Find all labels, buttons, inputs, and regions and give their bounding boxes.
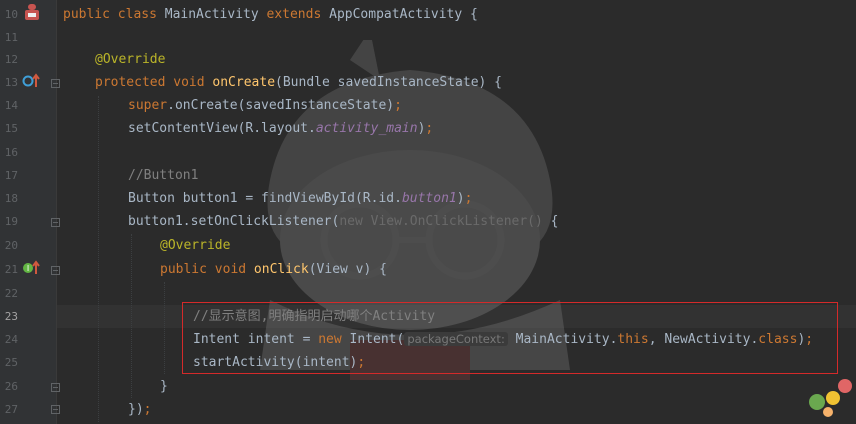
semicolon: ; bbox=[143, 402, 152, 417]
line-number[interactable]: 18 bbox=[0, 187, 18, 210]
indent-guide bbox=[164, 282, 165, 374]
method-name: onCreate bbox=[212, 75, 276, 90]
code-line-12[interactable]: @Override bbox=[95, 48, 165, 71]
code-line-25[interactable]: startActivity(intent); bbox=[193, 351, 365, 374]
folded-anonymous-class[interactable]: new View.OnClickListener() bbox=[339, 214, 550, 229]
keyword: new bbox=[318, 332, 350, 347]
code-text: Button button1 = findViewById(R.id. bbox=[128, 191, 402, 206]
line-number[interactable]: 12 bbox=[0, 48, 18, 71]
code-text: (View v) { bbox=[308, 262, 387, 277]
line-number[interactable]: 26 bbox=[0, 375, 18, 398]
code-text: { bbox=[550, 214, 559, 229]
semicolon: ; bbox=[805, 332, 814, 347]
line-number[interactable]: 22 bbox=[0, 282, 18, 305]
code-text: (Bundle savedInstanceState) { bbox=[275, 75, 503, 90]
semicolon: ; bbox=[394, 98, 402, 113]
code-line-21[interactable]: public void onClick(View v) { bbox=[160, 258, 387, 281]
code-line-19[interactable]: button1.setOnClickListener(new View.OnCl… bbox=[128, 210, 558, 233]
code-line-24[interactable]: Intent intent = new Intent(packageContex… bbox=[193, 328, 813, 351]
code-line-20[interactable]: @Override bbox=[160, 234, 230, 257]
parameter-hint: packageContext: bbox=[404, 332, 508, 346]
keyword: this bbox=[617, 332, 649, 347]
code-line-23[interactable]: //显示意图,明确指明启动哪个Activity bbox=[193, 305, 435, 328]
code-line-18[interactable]: Button button1 = findViewById(R.id.butto… bbox=[128, 187, 472, 210]
gutter-divider bbox=[56, 0, 57, 424]
svg-text:I: I bbox=[27, 264, 29, 273]
line-number[interactable]: 11 bbox=[0, 26, 18, 49]
code-line-26[interactable]: } bbox=[160, 375, 168, 398]
line-number[interactable]: 14 bbox=[0, 94, 18, 117]
code-text: startActivity(intent) bbox=[193, 355, 358, 370]
code-text: ) bbox=[456, 191, 465, 206]
keyword: extends bbox=[266, 7, 330, 22]
fold-marker-icon[interactable] bbox=[51, 383, 60, 392]
code-text: }) bbox=[128, 402, 144, 417]
comment: //Button1 bbox=[128, 168, 199, 183]
implement-method-icon[interactable]: I bbox=[22, 260, 40, 276]
code-text: setContentView(R.layout. bbox=[128, 121, 316, 136]
code-line-15[interactable]: setContentView(R.layout.activity_main); bbox=[128, 117, 433, 140]
code-line-17[interactable]: //Button1 bbox=[128, 164, 198, 187]
code-text: Intent intent = bbox=[193, 332, 319, 347]
code-text: AppCompatActivity { bbox=[329, 7, 478, 22]
code-line-13[interactable]: protected void onCreate(Bundle savedInst… bbox=[95, 71, 502, 94]
code-line-14[interactable]: super.onCreate(savedInstanceState); bbox=[128, 94, 402, 117]
semicolon: ; bbox=[357, 355, 366, 370]
line-number[interactable]: 17 bbox=[0, 164, 18, 187]
keyword: public void bbox=[160, 262, 254, 277]
code-text: } bbox=[160, 379, 168, 394]
fold-marker-icon[interactable] bbox=[51, 266, 60, 275]
code-text: button1.setOnClickListener( bbox=[128, 214, 340, 229]
override-method-icon[interactable] bbox=[22, 73, 40, 89]
code-line-10[interactable]: public class MainActivity extends AppCom… bbox=[63, 3, 478, 26]
line-number[interactable]: 27 bbox=[0, 398, 18, 421]
comment: //显示意图,明确指明启动哪个Activity bbox=[193, 309, 436, 324]
code-text: Intent( bbox=[349, 332, 405, 347]
line-number[interactable]: 25 bbox=[0, 351, 18, 374]
code-text: MainActivity. bbox=[507, 332, 618, 347]
line-number[interactable]: 13 bbox=[0, 71, 18, 94]
indent-guide bbox=[131, 234, 132, 398]
line-number[interactable]: 23 bbox=[0, 305, 18, 328]
fold-marker-icon[interactable] bbox=[51, 405, 60, 414]
keyword: super bbox=[128, 98, 168, 113]
fold-marker-icon[interactable] bbox=[51, 79, 60, 88]
semicolon: ; bbox=[464, 191, 473, 206]
keyword: protected void bbox=[95, 75, 213, 90]
code-text: .onCreate(savedInstanceState) bbox=[167, 98, 395, 113]
fold-marker-icon[interactable] bbox=[51, 218, 60, 227]
line-number[interactable]: 10 bbox=[0, 3, 18, 26]
field-ref: button1 bbox=[401, 191, 457, 206]
code-editor[interactable]: 10 11 12 13 14 15 16 17 18 19 20 21 22 23 24 25 26 27 pub… bbox=[0, 0, 856, 424]
android-class-icon[interactable] bbox=[22, 3, 42, 21]
line-number[interactable]: 15 bbox=[0, 117, 18, 140]
method-name: onClick bbox=[253, 262, 309, 277]
keyword: public class bbox=[63, 7, 165, 22]
line-number[interactable]: 16 bbox=[0, 141, 18, 164]
corner-logo-icon bbox=[809, 379, 852, 417]
indent-guide bbox=[98, 96, 99, 422]
code-line-27[interactable]: }); bbox=[128, 398, 151, 421]
line-number[interactable]: 19 bbox=[0, 210, 18, 233]
field-ref: activity_main bbox=[315, 121, 418, 136]
annotation: @Override bbox=[95, 52, 166, 67]
line-number[interactable]: 24 bbox=[0, 328, 18, 351]
line-number[interactable]: 21 bbox=[0, 258, 18, 281]
line-number[interactable]: 20 bbox=[0, 234, 18, 257]
annotation: @Override bbox=[160, 238, 231, 253]
code-text: , NewActivity. bbox=[648, 332, 759, 347]
keyword: class bbox=[758, 332, 798, 347]
semicolon: ; bbox=[425, 121, 434, 136]
class-name: MainActivity bbox=[164, 7, 267, 22]
